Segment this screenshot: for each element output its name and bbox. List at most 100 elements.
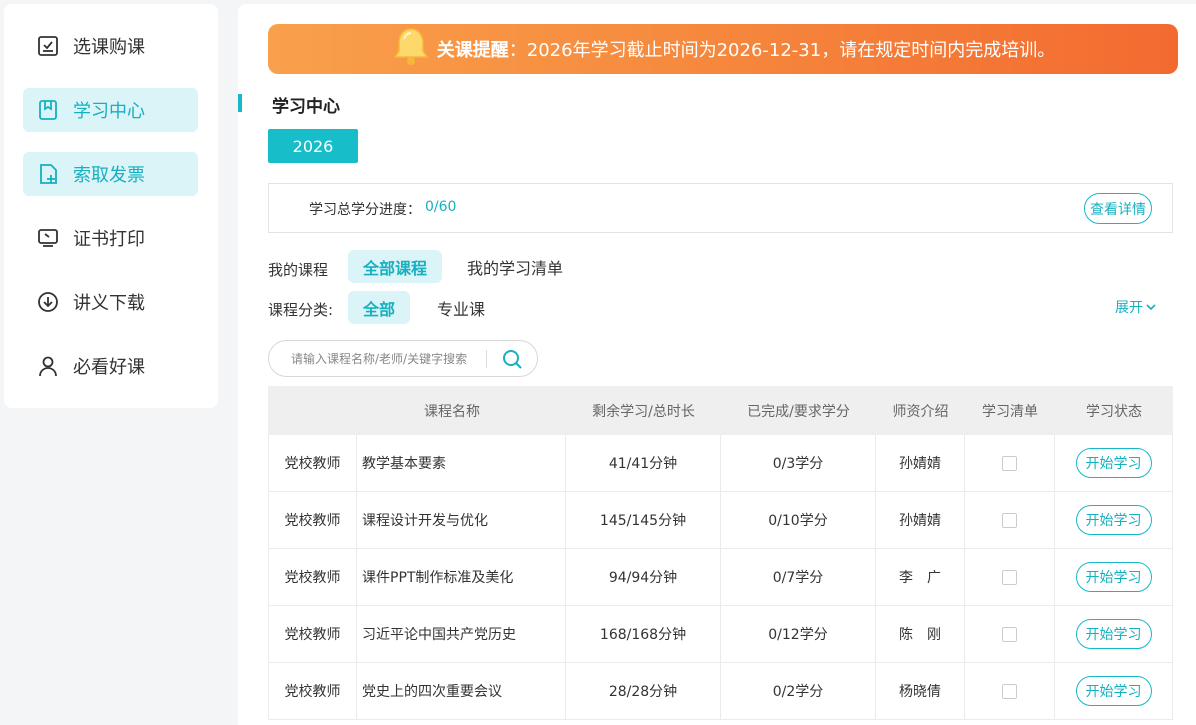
- course-credit: 0/3学分: [721, 435, 876, 491]
- main-panel: 关课提醒 ：2026年学习截止时间为2026-12-31，请在规定时间内完成培训。…: [238, 4, 1196, 725]
- study-list-checkbox[interactable]: [1002, 512, 1017, 528]
- user-icon: [37, 355, 59, 377]
- table-row: 党校教师 教学基本要素 41/41分钟 0/3学分 孙婧婧 开始学习: [268, 435, 1173, 492]
- course-credit: 0/12学分: [721, 606, 876, 662]
- chevron-down-icon: [1146, 304, 1156, 311]
- tab-all-courses[interactable]: 全部课程: [348, 250, 442, 283]
- course-credit: 0/2学分: [721, 663, 876, 719]
- view-details-button[interactable]: 查看详情: [1084, 193, 1152, 224]
- sidebar-item-label: 索取发票: [73, 165, 145, 186]
- expand-toggle[interactable]: 展开: [1115, 297, 1156, 317]
- course-time: 94/94分钟: [566, 549, 721, 605]
- course-table: 课程名称 剩余学习/总时长 已完成/要求学分 师资介绍 学习清单 学习状态 党校…: [268, 386, 1173, 720]
- course-time: 28/28分钟: [566, 663, 721, 719]
- course-category: 党校教师: [268, 492, 357, 548]
- header-course-name: 课程名称: [424, 403, 480, 420]
- progress-label: 学习总学分进度：: [309, 202, 421, 218]
- section-marker: [238, 94, 242, 112]
- sidebar-item-label: 选课购课: [73, 37, 145, 58]
- table-row: 党校教师 课件PPT制作标准及美化 94/94分钟 0/7学分李 广 开始学习: [268, 549, 1173, 606]
- table-row: 党校教师 党史上的四次重要会议 28/28分钟 0/2学分 杨晓倩 开始学习: [268, 663, 1173, 720]
- status-cell: 开始学习: [1055, 492, 1173, 548]
- sidebar-item-label: 学习中心: [73, 101, 145, 122]
- bell-icon: [393, 28, 429, 65]
- page-title: 学习中心: [272, 97, 340, 117]
- status-cell: 开始学习: [1055, 606, 1173, 662]
- course-time: 41/41分钟: [566, 435, 721, 491]
- download-circle-icon: [37, 291, 59, 313]
- category-professional[interactable]: 专业课: [426, 291, 496, 324]
- table-header: 课程名称 剩余学习/总时长 已完成/要求学分 师资介绍 学习清单 学习状态: [268, 386, 1173, 435]
- course-name: 习近平论中国共产党历史: [357, 606, 566, 662]
- header-study-list: 学习清单: [982, 403, 1038, 420]
- checkbox-icon: [37, 35, 59, 57]
- monitor-icon: [37, 227, 59, 249]
- start-study-button[interactable]: 开始学习: [1075, 619, 1152, 649]
- study-list-checkbox[interactable]: [1002, 569, 1017, 585]
- course-name: 党史上的四次重要会议: [357, 663, 566, 719]
- table-body: 党校教师 教学基本要素 41/41分钟 0/3学分 孙婧婧 开始学习 党校教师 课程设计开发与…: [268, 435, 1173, 720]
- course-teacher[interactable]: 孙婧婧: [876, 492, 965, 548]
- bookmark-icon: [37, 99, 59, 121]
- sidebar-item-label: 必看好课: [73, 357, 145, 378]
- banner-strong: 关课提醒: [436, 40, 509, 61]
- sidebar: 选课购课 学习中心 索取发票 证书打印 讲义下载 必看好课: [4, 4, 218, 408]
- start-study-button[interactable]: 开始学习: [1075, 562, 1152, 592]
- start-study-button[interactable]: 开始学习: [1075, 448, 1152, 478]
- course-teacher[interactable]: 李 广: [876, 549, 965, 605]
- course-credit: 0/7学分: [721, 549, 876, 605]
- sidebar-item-label: 讲义下载: [73, 293, 145, 314]
- status-cell: 开始学习: [1055, 663, 1173, 719]
- study-list-cell: [965, 663, 1055, 719]
- course-credit: 0/10学分: [721, 492, 876, 548]
- start-study-button[interactable]: 开始学习: [1075, 505, 1152, 535]
- header-teacher: 师资介绍: [892, 403, 949, 420]
- header-status: 学习状态: [1086, 403, 1142, 420]
- status-cell: 开始学习: [1055, 549, 1173, 605]
- start-study-button[interactable]: 开始学习: [1075, 676, 1152, 706]
- course-category: 党校教师: [268, 606, 357, 662]
- study-list-checkbox[interactable]: [1002, 683, 1017, 699]
- course-teacher[interactable]: 杨晓倩: [876, 663, 965, 719]
- sidebar-item-learning-center[interactable]: 学习中心: [23, 88, 198, 132]
- sidebar-item-invoice[interactable]: 索取发票: [23, 152, 198, 196]
- status-cell: 开始学习: [1055, 435, 1173, 491]
- header-credits: 已完成/要求学分: [747, 403, 850, 420]
- my-courses-label: 我的课程: [268, 261, 329, 279]
- course-time: 168/168分钟: [566, 606, 721, 662]
- reminder-banner: 关课提醒 ：2026年学习截止时间为2026-12-31，请在规定时间内完成培训。: [268, 24, 1178, 74]
- credit-progress-box: 学习总学分进度： 0/60 查看详情: [268, 183, 1173, 233]
- expand-label: 展开: [1115, 300, 1143, 316]
- course-name: 教学基本要素: [357, 435, 566, 491]
- search-input[interactable]: [291, 349, 471, 369]
- tab-year[interactable]: 2026: [268, 129, 358, 163]
- header-remaining-time: 剩余学习/总时长: [592, 403, 695, 420]
- course-teacher[interactable]: 孙婧婧: [876, 435, 965, 491]
- course-category: 党校教师: [268, 663, 357, 719]
- study-list-cell: [965, 492, 1055, 548]
- category-label: 课程分类:: [268, 301, 334, 319]
- course-time: 145/145分钟: [566, 492, 721, 548]
- sidebar-item-must-watch[interactable]: 必看好课: [23, 344, 198, 388]
- table-row: 党校教师 课程设计开发与优化 145/145分钟 0/10学分 孙婧婧 开始学习: [268, 492, 1173, 549]
- study-list-cell: [965, 435, 1055, 491]
- banner-text: ：2026年学习截止时间为2026-12-31，请在规定时间内完成培训。: [508, 40, 1056, 61]
- table-row: 党校教师 习近平论中国共产党历史 168/168分钟 0/12学分陈 刚 开始学习: [268, 606, 1173, 663]
- tab-my-study-list[interactable]: 我的学习清单: [460, 250, 570, 283]
- sidebar-item-select-course[interactable]: 选课购课: [23, 24, 198, 68]
- course-category: 党校教师: [268, 549, 357, 605]
- sidebar-item-certificate[interactable]: 证书打印: [23, 216, 198, 260]
- study-list-cell: [965, 549, 1055, 605]
- sidebar-item-download[interactable]: 讲义下载: [23, 280, 198, 324]
- sidebar-item-label: 证书打印: [73, 229, 145, 250]
- search-divider: [486, 350, 487, 368]
- study-list-checkbox[interactable]: [1002, 626, 1017, 642]
- search-icon[interactable]: [501, 348, 523, 370]
- file-add-icon: [37, 163, 59, 185]
- course-teacher[interactable]: 陈 刚: [876, 606, 965, 662]
- study-list-checkbox[interactable]: [1002, 455, 1017, 471]
- course-name: 课程设计开发与优化: [357, 492, 566, 548]
- progress-value: 0/60: [425, 199, 457, 215]
- search-box: [268, 340, 538, 377]
- category-all[interactable]: 全部: [348, 291, 410, 324]
